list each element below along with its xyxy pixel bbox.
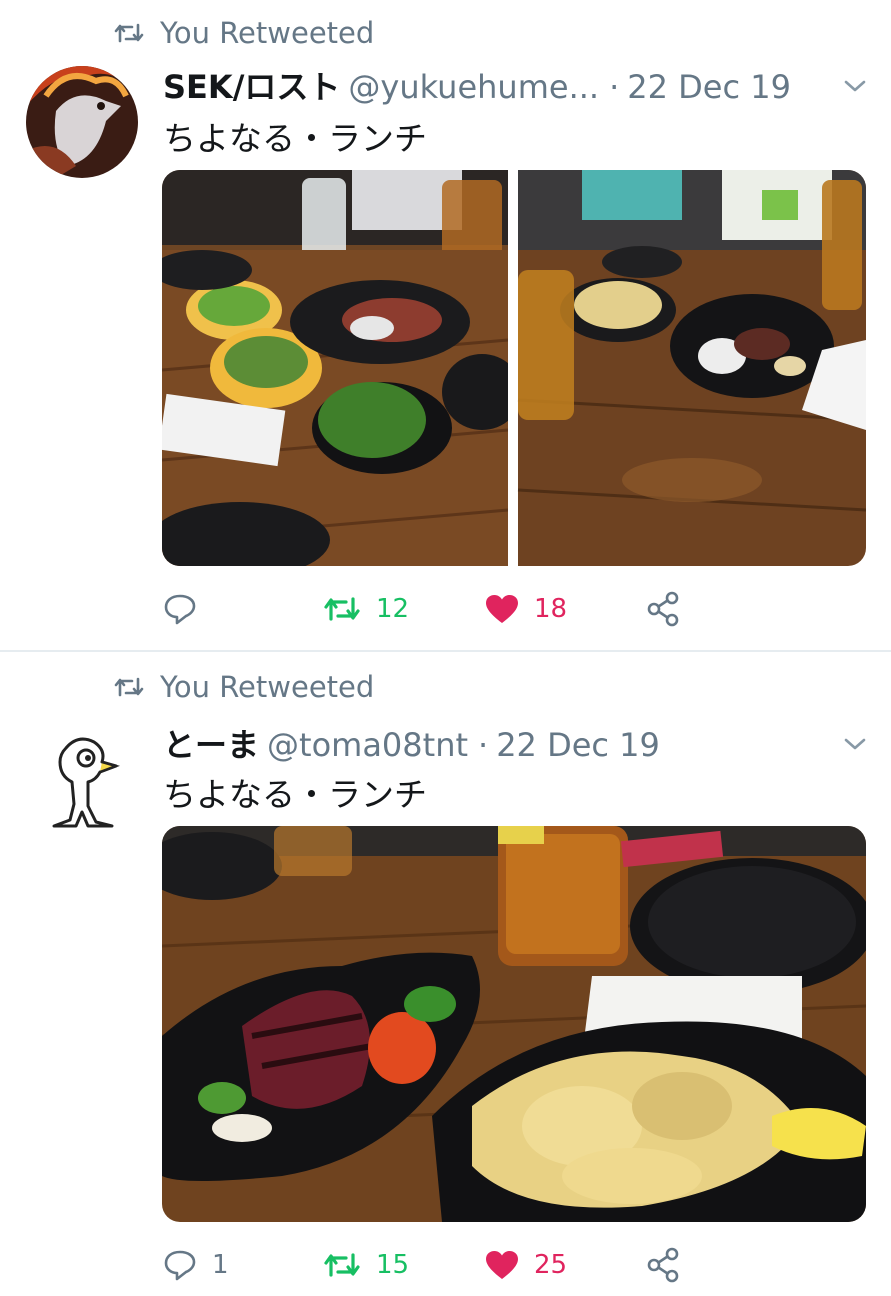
tweet[interactable]: You Retweeted SEK/ロスト @yukuehume... · 22… bbox=[0, 0, 891, 650]
share-button[interactable] bbox=[646, 1242, 680, 1288]
flaming-bird-avatar-icon bbox=[26, 66, 138, 178]
share-button[interactable] bbox=[646, 586, 680, 632]
retweet-icon bbox=[114, 23, 144, 43]
separator-dot: · bbox=[478, 726, 489, 764]
reply-icon bbox=[164, 1250, 196, 1281]
retweet-icon bbox=[324, 1253, 360, 1277]
reply-count: 1 bbox=[212, 1250, 229, 1280]
like-count: 25 bbox=[534, 1250, 568, 1280]
food-photo-1[interactable] bbox=[162, 826, 866, 1222]
user-handle[interactable]: @toma08tnt bbox=[267, 726, 468, 764]
share-icon bbox=[647, 1247, 679, 1283]
tweet-header: とーま @toma08tnt · 22 Dec 19 bbox=[163, 720, 831, 766]
chevron-down-icon[interactable] bbox=[843, 736, 867, 752]
user-handle[interactable]: @yukuehume... bbox=[348, 68, 599, 106]
share-icon bbox=[647, 591, 679, 627]
tweet-actions: 1 15 25 bbox=[162, 1242, 722, 1288]
user-avatar[interactable] bbox=[26, 66, 138, 178]
retweet-button[interactable]: 15 bbox=[322, 1242, 409, 1288]
retweet-context-label: You Retweeted bbox=[160, 16, 375, 50]
tweet[interactable]: You Retweeted とーま @toma08tnt · 22 Dec 19… bbox=[0, 652, 891, 1296]
bird-sketch-avatar-icon bbox=[26, 726, 138, 838]
retweet-context: You Retweeted bbox=[112, 670, 374, 704]
retweet-context-label: You Retweeted bbox=[160, 670, 375, 704]
tweet-actions: 12 18 bbox=[162, 586, 722, 632]
retweet-count: 12 bbox=[376, 594, 410, 624]
chevron-down-icon[interactable] bbox=[843, 78, 867, 94]
tweet-header: SEK/ロスト @yukuehume... · 22 Dec 19 bbox=[163, 62, 831, 108]
food-photo-1[interactable] bbox=[162, 170, 522, 566]
retweet-icon bbox=[114, 677, 144, 697]
tweet-media[interactable] bbox=[162, 170, 866, 566]
tweet-text: ちよなる・ランチ bbox=[163, 775, 427, 814]
retweet-button[interactable]: 12 bbox=[322, 586, 409, 632]
reply-button[interactable]: 1 bbox=[162, 1242, 229, 1288]
display-name[interactable]: とーま bbox=[163, 720, 259, 766]
separator-dot: · bbox=[609, 68, 620, 106]
heart-icon bbox=[486, 595, 518, 623]
display-name[interactable]: SEK/ロスト bbox=[163, 62, 340, 108]
user-avatar[interactable] bbox=[26, 726, 138, 838]
tweet-text: ちよなる・ランチ bbox=[163, 119, 427, 158]
like-button[interactable]: 25 bbox=[484, 1242, 567, 1288]
food-photo-2[interactable] bbox=[517, 170, 866, 566]
retweet-icon bbox=[324, 597, 360, 621]
like-button[interactable]: 18 bbox=[484, 586, 567, 632]
like-count: 18 bbox=[534, 594, 568, 624]
retweet-count: 15 bbox=[376, 1250, 410, 1280]
reply-button[interactable] bbox=[162, 586, 212, 632]
tweet-date[interactable]: 22 Dec 19 bbox=[627, 68, 791, 106]
tweet-media[interactable] bbox=[162, 826, 866, 1222]
reply-icon bbox=[164, 594, 196, 625]
tweet-date[interactable]: 22 Dec 19 bbox=[496, 726, 660, 764]
retweet-context: You Retweeted bbox=[112, 16, 374, 50]
heart-icon bbox=[486, 1251, 518, 1279]
